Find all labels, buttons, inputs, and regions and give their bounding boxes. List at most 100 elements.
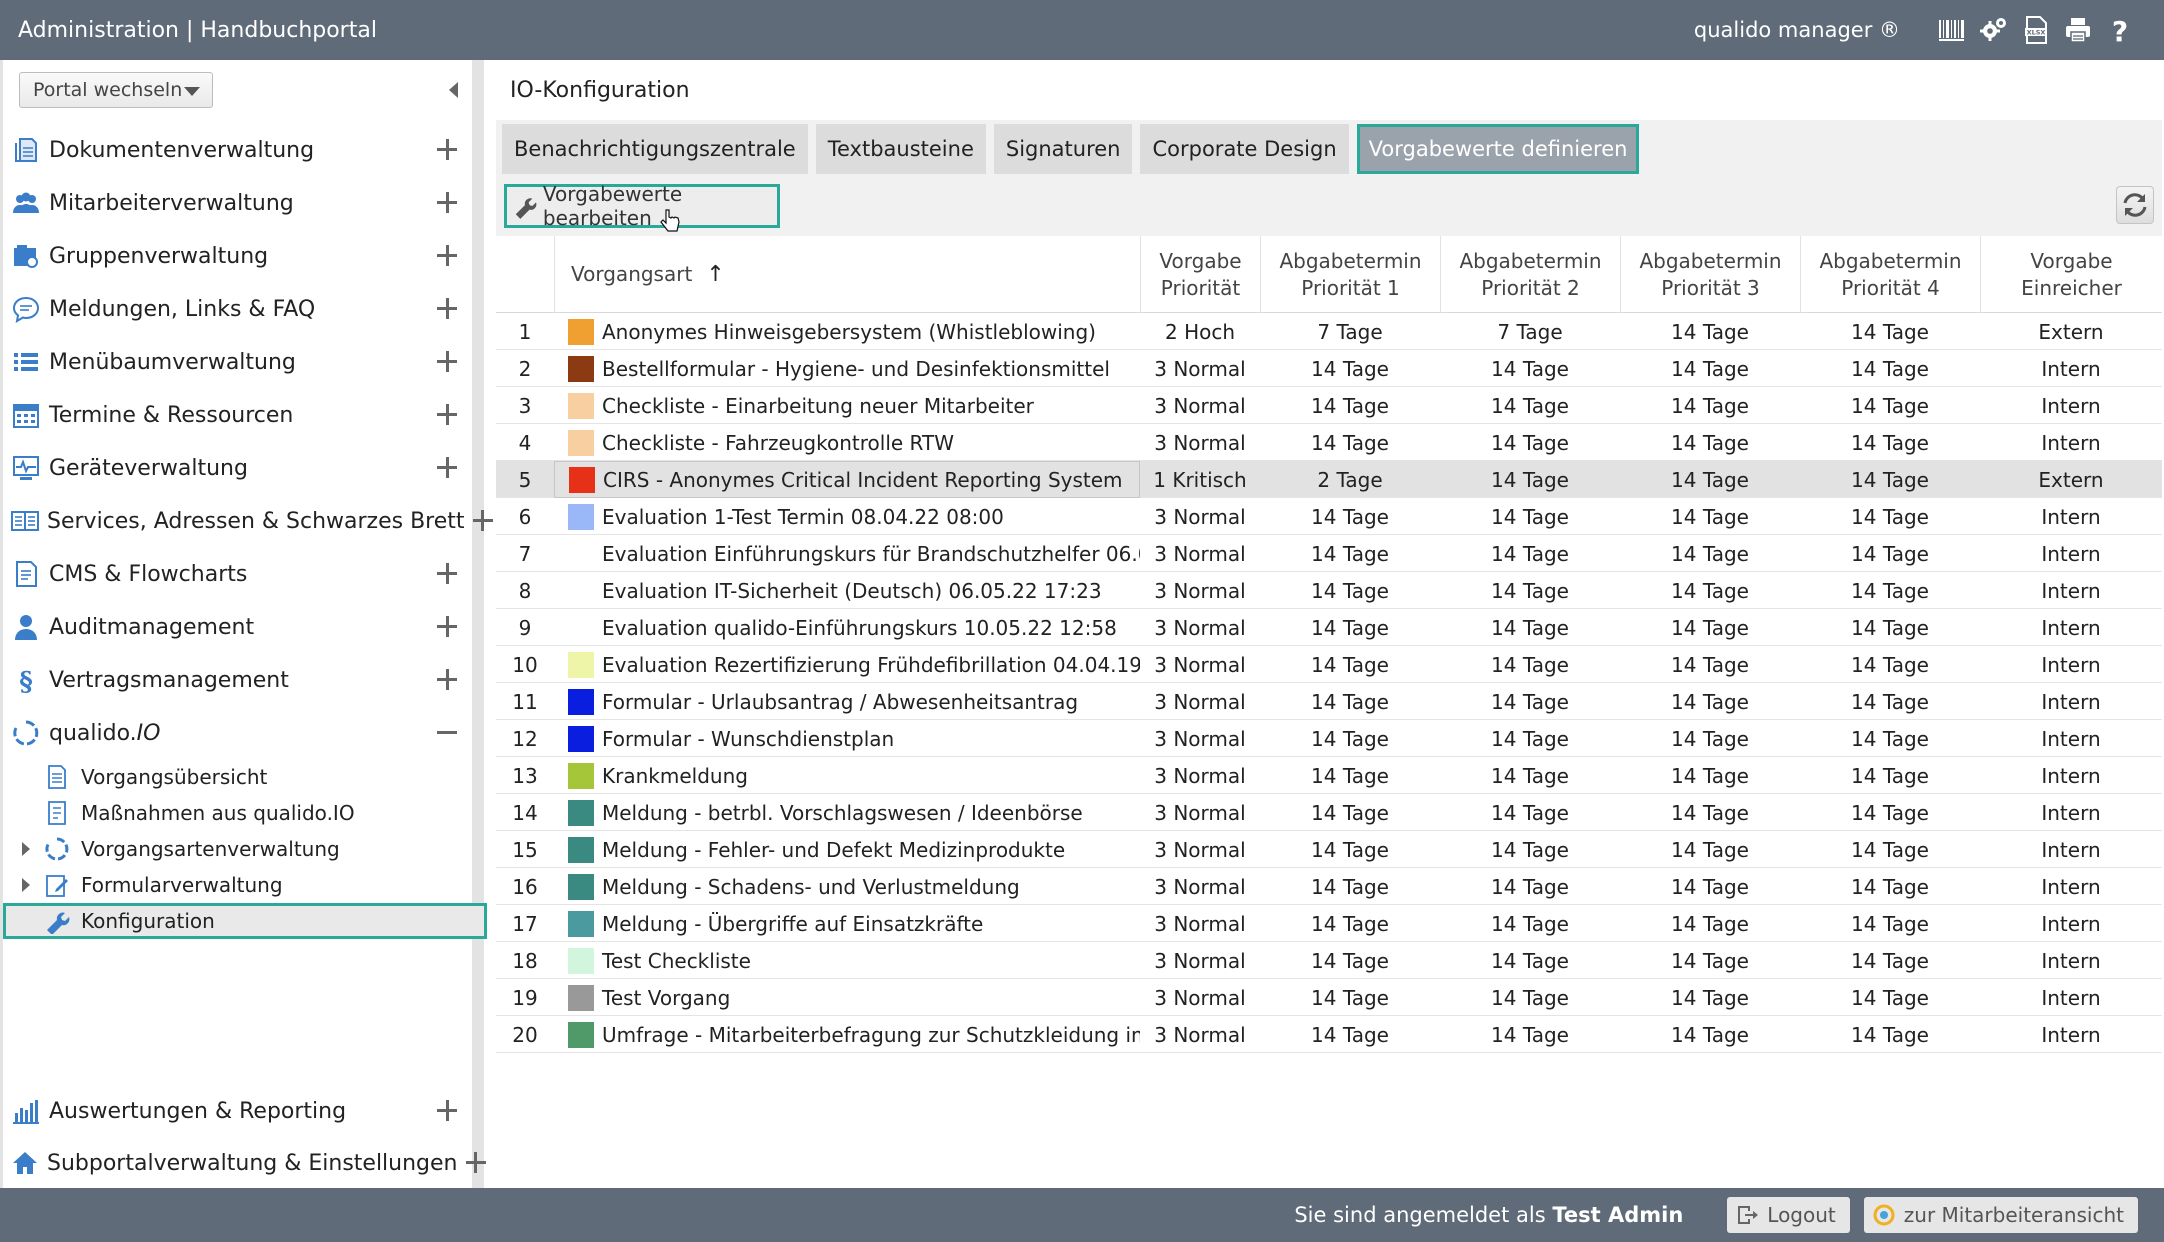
table-row[interactable]: 14 Meldung - betrbl. Vorschlagswesen / Id… <box>496 794 2162 831</box>
table-row[interactable]: 20 Umfrage - Mitarbeiterbefragung zur Sch… <box>496 1016 2162 1053</box>
cell-abgabetermin-p2: 14 Tage <box>1491 430 1569 455</box>
table-row[interactable]: 13 Krankmeldung 3 Normal 14 Tage 14 Tage 14 T… <box>496 757 2162 794</box>
sidebar-item-dokumentenverwaltung[interactable]: Dokumentenverwaltung <box>11 125 475 175</box>
barcode-icon[interactable] <box>1932 10 1972 50</box>
sidebar-item-vertragsmanagement[interactable]: § Vertragsmanagement <box>11 655 475 705</box>
cell-abgabetermin-p3: 14 Tage <box>1671 504 1749 529</box>
expand-plus-icon[interactable] <box>429 132 465 168</box>
sidebar-item-auditmanagement[interactable]: Auditmanagement <box>11 602 475 652</box>
expand-plus-icon[interactable] <box>458 1145 486 1181</box>
expand-plus-icon[interactable] <box>429 344 465 380</box>
header-abgabetermin-p4[interactable]: Abgabetermin Priorität 4 <box>1800 236 1980 313</box>
cell-vorgabe-prioritaet: 3 Normal <box>1154 578 1246 603</box>
edit-defaults-button[interactable]: Vorgabewerte bearbeiten <box>504 182 780 230</box>
print-icon[interactable] <box>2058 10 2098 50</box>
table-row[interactable]: 7 Evaluation Einführungskurs für Brandsch… <box>496 535 2162 572</box>
sidebar-item-subportalverwaltung[interactable]: Subportalverwaltung & Einstellungen <box>11 1138 486 1188</box>
table-row[interactable]: 19 Test Vorgang 3 Normal 14 Tage 14 Tage 14 T… <box>496 979 2162 1016</box>
expand-plus-icon[interactable] <box>429 238 465 274</box>
header-vorgabe-prioritaet[interactable]: Vorgabe Priorität <box>1140 236 1260 313</box>
employee-view-button[interactable]: zur Mitarbeiteransicht <box>1863 1197 2138 1233</box>
sidebar-item-gruppenverwaltung[interactable]: Gruppenverwaltung <box>11 231 475 281</box>
expand-plus-icon[interactable] <box>429 1093 465 1129</box>
sidebar-item-meldungen[interactable]: Meldungen, Links & FAQ <box>11 284 475 334</box>
sidebar-subitem-label: Maßnahmen aus qualido.IO <box>81 801 355 825</box>
sidebar-item-geraeteverwaltung[interactable]: Geräteverwaltung <box>11 443 475 493</box>
xlsx-icon[interactable]: XLSX <box>2016 10 2056 50</box>
table-row[interactable]: 12 Formular - Wunschdienstplan 3 Normal 14 … <box>496 720 2162 757</box>
cell-abgabetermin-p4: 14 Tage <box>1851 319 1929 344</box>
sidebar-subitem-massnahmen[interactable]: Maßnahmen aus qualido.IO <box>3 795 487 831</box>
table-row[interactable]: 11 Formular - Urlaubsantrag / Abwesenheit… <box>496 683 2162 720</box>
collapse-sidebar-icon[interactable] <box>449 82 458 98</box>
defaults-table: Vorgangsart ↑ Vorgabe Priorität Abgabeterm… <box>496 236 2162 1053</box>
expand-plus-icon[interactable] <box>429 662 465 698</box>
sidebar-subitem-konfiguration[interactable]: Konfiguration <box>3 903 487 939</box>
tab-corporate-design[interactable]: Corporate Design <box>1140 124 1349 174</box>
sidebar-item-label: CMS & Flowcharts <box>49 561 248 587</box>
table-row[interactable]: 2 Bestellformular - Hygiene- und Desinfek… <box>496 350 2162 387</box>
color-swatch <box>568 355 594 382</box>
cell-text: Evaluation Rezertifizierung Frühdefibril… <box>602 652 1140 677</box>
cell-vorgabe-einreicher: Extern <box>2038 467 2104 492</box>
cell-vorgabe-einreicher: Intern <box>2041 800 2101 825</box>
chat-icon <box>11 294 41 324</box>
cell-abgabetermin-p4: 14 Tage <box>1851 800 1929 825</box>
header-vorgabe-einreicher[interactable]: Vorgabe Einreicher <box>1980 236 2162 313</box>
expand-plus-icon[interactable] <box>429 185 465 221</box>
table-row[interactable]: 8 Evaluation IT-Sicherheit (Deutsch) 06.0… <box>496 572 2162 609</box>
sidebar-item-services[interactable]: Services, Adressen & Schwarzes Brett <box>11 496 493 546</box>
expand-plus-icon[interactable] <box>429 609 465 645</box>
sidebar-item-label: qualido.IO <box>49 720 161 746</box>
sidebar-item-label: Geräteverwaltung <box>49 455 248 481</box>
cell-abgabetermin-p4: 14 Tage <box>1851 578 1929 603</box>
sort-asc-icon[interactable]: ↑ <box>706 261 724 288</box>
table-row[interactable]: 6 Evaluation 1-Test Termin 08.04.22 08:00… <box>496 498 2162 535</box>
color-swatch <box>569 466 595 493</box>
help-icon[interactable]: ? <box>2100 10 2140 50</box>
expand-plus-icon[interactable] <box>429 291 465 327</box>
sidebar-item-auswertungen[interactable]: Auswertungen & Reporting <box>11 1086 475 1136</box>
header-abgabetermin-p2[interactable]: Abgabetermin Priorität 2 <box>1440 236 1620 313</box>
tab-vorgabewerte-definieren[interactable]: Vorgabewerte definieren <box>1356 124 1640 174</box>
expand-arrow-icon[interactable] <box>19 842 33 856</box>
sidebar-subitem-vorgangsartenverwaltung[interactable]: Vorgangsartenverwaltung <box>3 831 487 867</box>
sidebar-item-qualido-io[interactable]: qualido.IO <box>11 708 475 758</box>
cell-abgabetermin-p2: 14 Tage <box>1491 504 1569 529</box>
table-row[interactable]: 3 Checkliste - Einarbeitung neuer Mitarbe… <box>496 387 2162 424</box>
table-row[interactable]: 4 Checkliste - Fahrzeugkontrolle RTW 3 Nor… <box>496 424 2162 461</box>
tab-textbausteine[interactable]: Textbausteine <box>815 124 986 174</box>
header-abgabetermin-p3[interactable]: Abgabetermin Priorität 3 <box>1620 236 1800 313</box>
header-vorgangsart[interactable]: Vorgangsart ↑ <box>554 236 1140 313</box>
collapse-minus-icon[interactable] <box>429 715 465 751</box>
header-abgabetermin-p1[interactable]: Abgabetermin Priorität 1 <box>1260 236 1440 313</box>
cell-vorgabe-prioritaet: 3 Normal <box>1154 837 1246 862</box>
logout-button[interactable]: Logout <box>1727 1197 1850 1233</box>
tab-signaturen[interactable]: Signaturen <box>993 124 1133 174</box>
tab-benachrichtigungszentrale[interactable]: Benachrichtigungszentrale <box>502 124 808 174</box>
sidebar-item-menuebaumverwaltung[interactable]: Menübaumverwaltung <box>11 337 475 387</box>
cell-abgabetermin-p2: 14 Tage <box>1491 1022 1569 1047</box>
table-row[interactable]: 9 Evaluation qualido-Einführungskurs 10.0… <box>496 609 2162 646</box>
sidebar-item-mitarbeiterverwaltung[interactable]: Mitarbeiterverwaltung <box>11 178 475 228</box>
table-row[interactable]: 17 Meldung - Übergriffe auf Einsatzkräfte… <box>496 905 2162 942</box>
portal-switch-dropdown[interactable]: Portal wechseln <box>19 72 213 108</box>
table-row[interactable]: 10 Evaluation Rezertifizierung Frühdefibr… <box>496 646 2162 683</box>
expand-arrow-icon[interactable] <box>19 878 33 892</box>
table-row[interactable]: 16 Meldung - Schadens- und Verlustmeldung… <box>496 868 2162 905</box>
settings-icon[interactable] <box>1974 10 2014 50</box>
sidebar-item-termine[interactable]: Termine & Ressourcen <box>11 390 475 440</box>
sidebar-subitem-formularverwaltung[interactable]: Formularverwaltung <box>3 867 487 903</box>
table-row[interactable]: 5 CIRS - Anonymes Critical Incident Repor… <box>496 461 2162 498</box>
expand-plus-icon[interactable] <box>429 556 465 592</box>
table-row[interactable]: 18 Test Checkliste 3 Normal 14 Tage 14 Tage 1… <box>496 942 2162 979</box>
color-swatch <box>568 615 594 641</box>
sidebar-subitem-vorgangsuebersicht[interactable]: Vorgangsübersicht <box>3 759 487 795</box>
sidebar-item-cms[interactable]: CMS & Flowcharts <box>11 549 475 599</box>
expand-plus-icon[interactable] <box>429 397 465 433</box>
cell-text: Meldung - Fehler- und Defekt Medizinprod… <box>602 837 1066 862</box>
refresh-button[interactable] <box>2116 186 2154 224</box>
table-row[interactable]: 1 Anonymes Hinweisgebersystem (Whistleblo… <box>496 313 2162 350</box>
expand-plus-icon[interactable] <box>429 450 465 486</box>
table-row[interactable]: 15 Meldung - Fehler- und Defekt Medizinpr… <box>496 831 2162 868</box>
